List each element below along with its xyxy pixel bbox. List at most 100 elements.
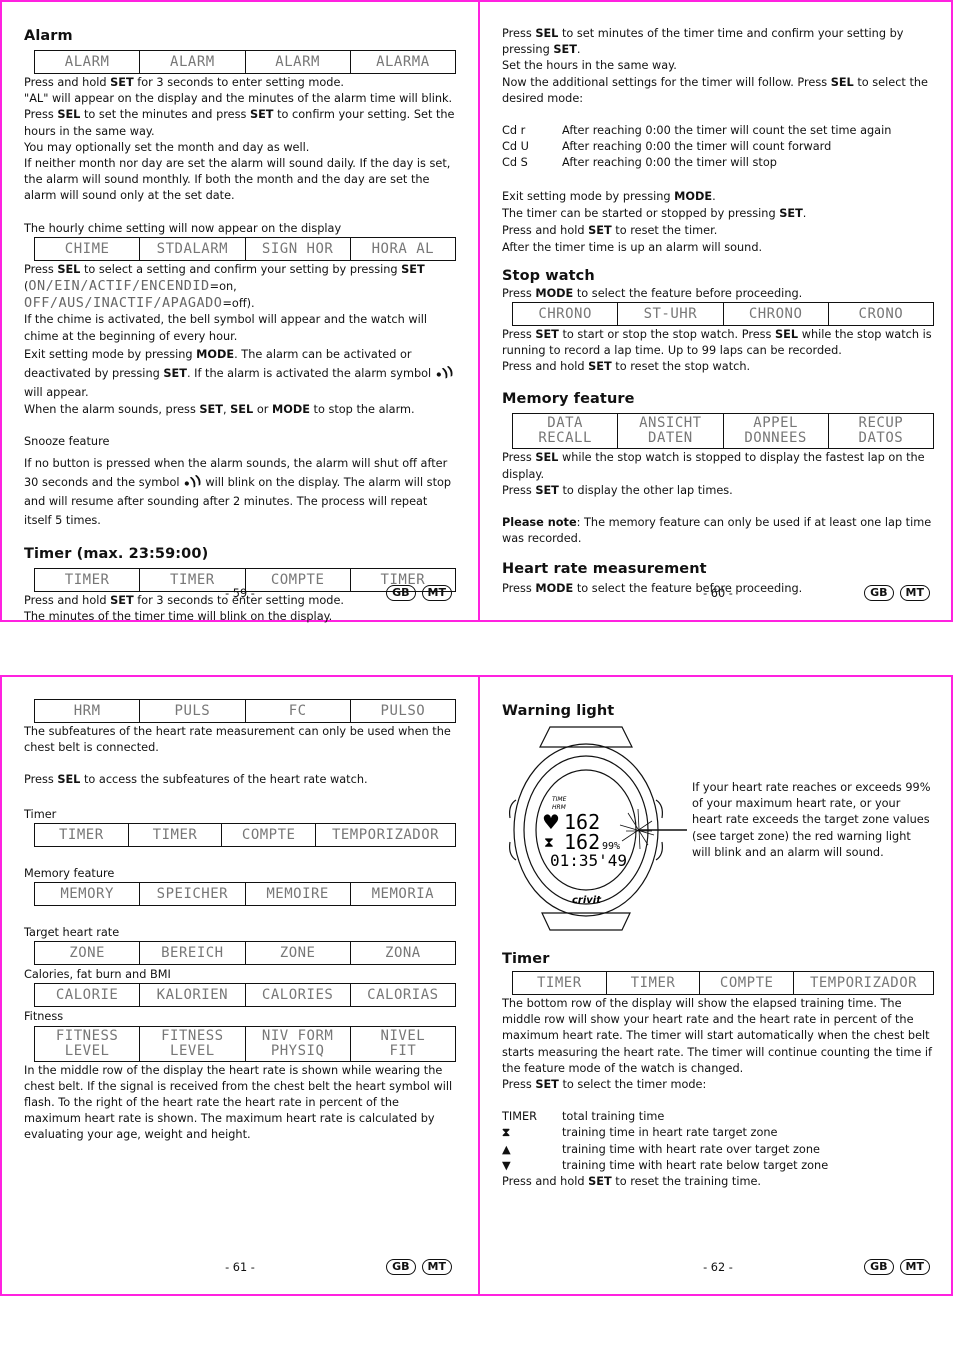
text-segment: or: [253, 402, 272, 416]
language-badges: GB MT: [864, 1259, 930, 1275]
lcd-cell: FITNESS LEVEL: [55, 1027, 119, 1059]
button-keyword: SEL: [775, 327, 799, 341]
button-keyword: SEL: [535, 451, 559, 465]
hourglass-icon: ⧗: [544, 835, 554, 851]
lcd-cell: ALARM: [244, 51, 350, 73]
lcd-cell: PULSO: [349, 700, 455, 722]
lcd-display-memory: MEMORY SPEICHER MEMOIRE MEMORIA: [34, 882, 456, 907]
text-segment: to display the other lap times.: [558, 483, 733, 497]
language-badges: GB MT: [864, 585, 930, 601]
warning-light-figure: TIME HRM ♥ ⧗ 162 162 99% 01:35'49 crivit: [502, 725, 934, 945]
text-segment: to reset the stop watch.: [611, 360, 751, 374]
page-footer: - 61 - GB MT: [2, 1258, 478, 1278]
button-keyword: SET: [401, 262, 425, 276]
chime-description: If the chime is activated, the bell symb…: [24, 313, 428, 343]
mode-code: Cd S: [502, 156, 528, 170]
lcd-cell: CHRONO: [722, 302, 828, 325]
mode-desc: training time with heart rate over targe…: [562, 1142, 820, 1156]
text-segment: to select the feature before proceeding.: [573, 286, 803, 300]
section-heading-warning-light: Warning light: [502, 703, 615, 719]
rich-line: When the alarm sounds, press SET, SEL or…: [24, 402, 456, 418]
lcd-display-stopwatch: CHRONO ST-UHR CHRONO CRONO: [512, 301, 934, 326]
button-keyword: SET: [249, 108, 274, 122]
text-segment: for 3 seconds to enter setting mode.: [133, 76, 345, 89]
text-segment: to set the minutes and press: [80, 108, 250, 122]
button-keyword: MODE: [196, 347, 235, 361]
lcd-display-memory: DATA RECALL ANSICHT DATEN APPEL DONNEES …: [512, 413, 934, 450]
on-values: ON/EIN/ACTIF/ENCENDID: [28, 278, 210, 295]
rich-line: Press SET to display the other lap times…: [502, 483, 934, 499]
rich-line: You may optionally set the month and day…: [24, 140, 456, 156]
spread-pages-59-60: Alarm ALARM ALARM ALARM ALARMA Press and…: [0, 0, 954, 623]
lcd-cell: ALARM: [139, 51, 244, 73]
page-61: HRM PULS FC PULSO The subfeatures of the…: [2, 677, 478, 1294]
text-segment: If neither month nor day are set the ala…: [24, 157, 451, 203]
rich-line: Press SET to start or stop the stop watc…: [502, 327, 934, 359]
button-keyword: SET: [588, 1175, 612, 1189]
rich-line: Press and hold SET for 3 seconds to ente…: [24, 75, 456, 91]
text-segment: to reset the timer.: [611, 223, 718, 237]
lcd-cell: CALORIE: [55, 987, 119, 1004]
lcd-cell: ANSICHT DATEN: [617, 414, 722, 449]
lcd-cell: FITNESS LEVEL: [139, 1026, 244, 1061]
text-segment: to access the subfeatures of the heart r…: [80, 773, 368, 787]
text-segment: to select a setting and confirm your set…: [80, 262, 402, 276]
watch-label-time: TIME: [552, 796, 567, 803]
text-segment: Set the hours in the same way.: [502, 59, 677, 73]
section-heading-stopwatch: Stop watch: [502, 267, 595, 284]
lcd-cell: KALORIEN: [139, 984, 244, 1007]
text-segment: to reset the training time.: [611, 1175, 762, 1189]
lcd-cell: TIMER: [605, 972, 700, 994]
lcd-cell: APPEL DONNEES: [722, 414, 828, 449]
text-segment: Press: [502, 286, 536, 300]
rich-line: Press and hold SET to reset the timer.: [502, 222, 934, 239]
watch-illustration: TIME HRM ♥ ⧗ 162 162 99% 01:35'49 crivit: [509, 726, 687, 931]
rich-line: Press SEL to access the subfeatures of t…: [24, 772, 456, 788]
language-badge-gb: GB: [386, 1259, 416, 1275]
lcd-cell: ZONE: [244, 942, 350, 965]
subfeatures-note: The subfeatures of the heart rate measur…: [24, 725, 451, 755]
text-segment: Press and hold: [24, 76, 111, 89]
lcd-cell: MEMORIA: [349, 883, 455, 906]
rich-line: Press SEL while the stop watch is stoppe…: [502, 450, 934, 482]
lcd-cell: ALARM: [64, 54, 110, 70]
text-segment: Press and hold: [502, 223, 589, 237]
page-footer: - 62 - GB MT: [480, 1258, 954, 1278]
button-keyword: SET: [588, 360, 612, 374]
text-segment: .: [576, 43, 581, 57]
mode-desc: After reaching 0:00 the timer will count…: [562, 124, 892, 138]
off-values: OFF/AUS/INACTIF/APAGADO: [24, 295, 223, 312]
mode-desc: training time with heart rate below targ…: [562, 1158, 829, 1172]
lcd-cell: MEMORY: [60, 886, 114, 903]
group-title: Calories, fat burn and BMI: [24, 968, 171, 982]
rich-line: Press and hold SET to reset the stop wat…: [502, 359, 934, 375]
page-footer: - 60 - GB MT: [480, 584, 954, 604]
group-title: Fitness: [24, 1010, 64, 1024]
button-keyword: SEL: [535, 27, 559, 40]
memory-note: Please note: The memory feature can only…: [502, 515, 934, 547]
language-badge-mt: MT: [899, 585, 930, 601]
text-segment: Now the additional settings for the time…: [502, 75, 831, 89]
button-keyword: SEL: [57, 262, 81, 276]
button-keyword: SEL: [57, 108, 81, 122]
section-heading-heart-rate: Heart rate measurement: [502, 561, 707, 578]
language-badge-mt: MT: [421, 1259, 452, 1275]
watch-elapsed: 01:35'49: [550, 851, 627, 870]
text-segment: Press and hold: [502, 1175, 589, 1189]
lcd-cell: TIMER: [537, 975, 582, 991]
lcd-display-fitness: FITNESS LEVEL FITNESS LEVEL NIV FORM PHY…: [34, 1025, 456, 1062]
rich-line: Press SEL to select a setting and confir…: [24, 262, 456, 278]
text-segment: to stop the alarm.: [309, 402, 415, 416]
button-keyword: SEL: [230, 402, 254, 416]
lcd-cell: COMPTE: [699, 972, 793, 994]
rich-line: After the timer time is up an alarm will…: [502, 239, 934, 256]
language-badge-gb: GB: [864, 1259, 894, 1275]
warning-light-burst-icon: [619, 808, 655, 850]
lcd-cell: STDALARM: [139, 237, 244, 260]
button-keyword: SET: [535, 1078, 559, 1092]
snooze-title: Snooze feature: [24, 435, 110, 449]
button-keyword: SET: [163, 366, 187, 380]
button-keyword: SEL: [57, 773, 81, 787]
text-segment: Press: [502, 327, 536, 341]
lcd-display-zone: ZONE BEREICH ZONE ZONA: [34, 941, 456, 966]
